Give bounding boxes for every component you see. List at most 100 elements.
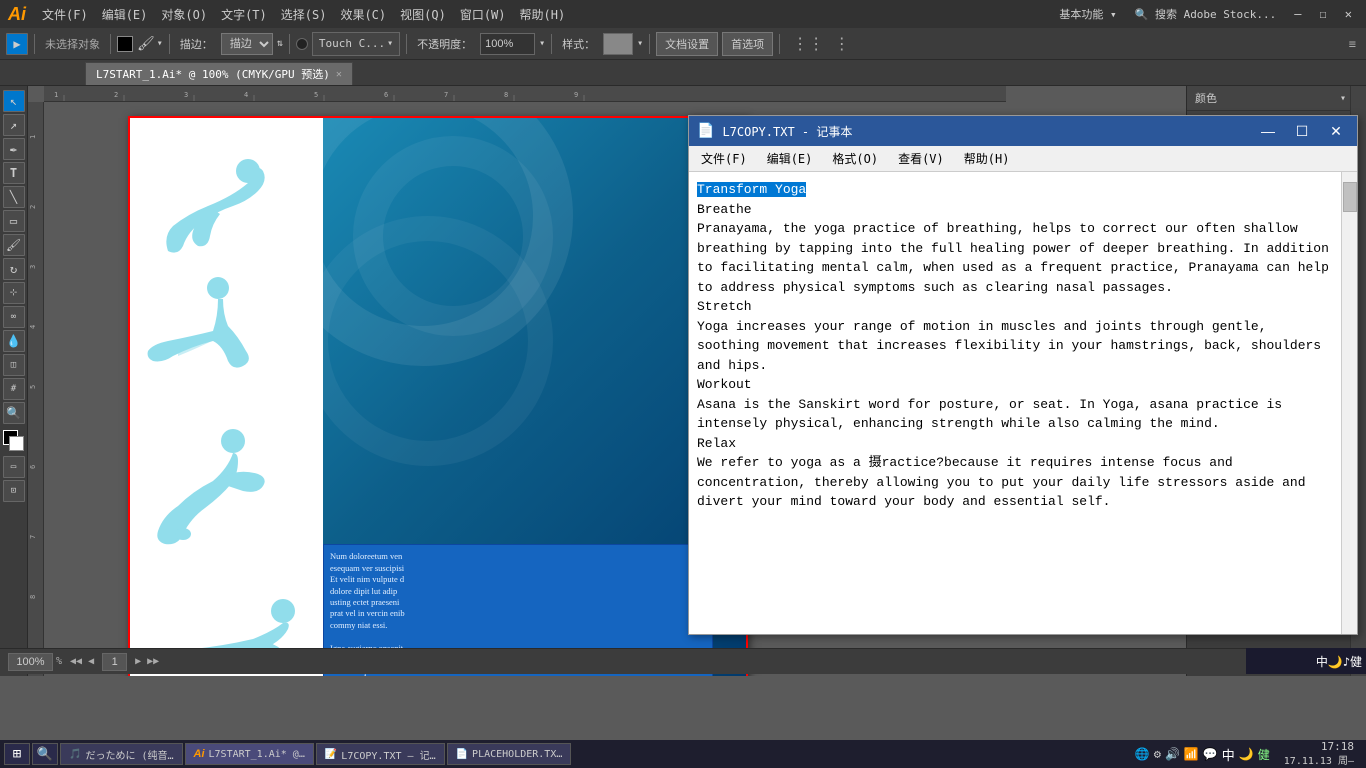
close-btn[interactable]: ✕ bbox=[1339, 5, 1358, 23]
systray-moon[interactable]: 🌙 bbox=[1239, 747, 1254, 761]
toolbar: ▶ 未选择对象 🖌 ▾ 描边： 描边 ⇅ Touch C... ▾ 不透明度： … bbox=[0, 28, 1366, 60]
menu-help[interactable]: 帮助(H) bbox=[514, 4, 572, 25]
mesh-tool[interactable]: # bbox=[3, 378, 25, 400]
stroke-arrows[interactable]: ⇅ bbox=[277, 38, 283, 49]
menu-window[interactable]: 窗口(W) bbox=[454, 4, 512, 25]
rotate-tool[interactable]: ↻ bbox=[3, 258, 25, 280]
divider4 bbox=[289, 34, 290, 54]
basic-function[interactable]: 基本功能 ▾ bbox=[1053, 4, 1122, 24]
zoom-tool[interactable]: 🔍 bbox=[3, 402, 25, 424]
systray-health[interactable]: 健 bbox=[1258, 746, 1270, 763]
draw-mode[interactable]: ▭ bbox=[3, 456, 25, 478]
notepad-content[interactable]: Transform Yoga Breathe Pranayama, the yo… bbox=[689, 172, 1341, 634]
np-format[interactable]: 格式(O) bbox=[824, 148, 886, 169]
doc-settings-btn[interactable]: 文档设置 bbox=[656, 32, 718, 56]
divider3 bbox=[169, 34, 170, 54]
restore-btn[interactable]: ☐ bbox=[1314, 5, 1333, 23]
brush-tool[interactable]: 🖌 bbox=[3, 234, 25, 256]
artboard-left-panel bbox=[128, 116, 323, 676]
systray-settings[interactable]: ⚙ bbox=[1154, 747, 1161, 761]
color-panel-header[interactable]: 颜色 ▾ ≡ bbox=[1187, 86, 1366, 111]
style-box[interactable] bbox=[603, 33, 633, 55]
text-tool[interactable]: T bbox=[3, 162, 25, 184]
zoom-status: % bbox=[8, 653, 62, 671]
menu-object[interactable]: 对象(O) bbox=[155, 4, 213, 25]
systray-chat[interactable]: 💬 bbox=[1203, 747, 1218, 761]
menu-right-icons: 基本功能 ▾ 🔍 搜索 Adobe Stock... — ☐ ✕ bbox=[1053, 4, 1358, 24]
main-tab[interactable]: L7START_1.Ai* @ 100% (CMYK/GPU 预选) ✕ bbox=[85, 62, 353, 85]
opacity-input[interactable] bbox=[480, 33, 535, 55]
eyedropper-tool[interactable]: 💧 bbox=[3, 330, 25, 352]
scrollbar-thumb[interactable] bbox=[1343, 182, 1357, 212]
notepad-menubar: 文件(F) 编辑(E) 格式(O) 查看(V) 帮助(H) bbox=[689, 146, 1357, 172]
notepad-restore-btn[interactable]: ☐ bbox=[1289, 119, 1315, 143]
line-tool[interactable]: ╲ bbox=[3, 186, 25, 208]
page-input[interactable] bbox=[102, 653, 127, 671]
notepad-titlebar[interactable]: 📄 L7COPY.TXT - 记事本 — ☐ ✕ bbox=[689, 116, 1357, 146]
notepad-line-r2: concentration, thereby allowing you to p… bbox=[697, 475, 1306, 490]
selection-tool[interactable]: ▶ bbox=[6, 33, 28, 55]
svg-text:1: 1 bbox=[29, 135, 37, 139]
gradient-tool[interactable]: ◫ bbox=[3, 354, 25, 376]
systray-network[interactable]: 🌐 bbox=[1135, 747, 1150, 761]
stroke-color-swatch[interactable] bbox=[117, 36, 133, 52]
prefs-btn[interactable]: 首选项 bbox=[722, 32, 773, 56]
np-file[interactable]: 文件(F) bbox=[693, 148, 755, 169]
zoom-input[interactable] bbox=[8, 653, 53, 671]
systray-wifi[interactable]: 📶 bbox=[1184, 747, 1199, 761]
opacity-arrow[interactable]: ▾ bbox=[539, 38, 545, 49]
taskbar-music[interactable]: 🎵 だっために (纯音… bbox=[60, 743, 183, 765]
minimize-btn[interactable]: — bbox=[1288, 5, 1307, 23]
svg-text:7: 7 bbox=[444, 91, 448, 99]
taskbar-placeholder[interactable]: 📄 PLACEHOLDER.TX… bbox=[447, 743, 572, 765]
color-swatches bbox=[3, 430, 25, 452]
notepad-line-stretch: Stretch bbox=[697, 299, 752, 314]
notepad-minimize-btn[interactable]: — bbox=[1255, 119, 1281, 143]
menu-effect[interactable]: 效果(C) bbox=[334, 4, 392, 25]
notepad-close-btn[interactable]: ✕ bbox=[1323, 119, 1349, 143]
taskbar-notepad[interactable]: 📝 L7COPY.TXT – 记… bbox=[316, 743, 445, 765]
search-button[interactable]: 🔍 bbox=[32, 743, 58, 765]
page-nav-next[interactable]: ▶ ▶▶ bbox=[135, 656, 159, 667]
taskbar-clock[interactable]: 17:18 17.11.13 周— bbox=[1276, 740, 1362, 767]
tab-close-btn[interactable]: ✕ bbox=[336, 69, 342, 80]
zoom-percent: % bbox=[56, 656, 62, 667]
stroke-label: 描边： bbox=[176, 34, 217, 54]
touch-dropdown[interactable]: Touch C... ▾ bbox=[312, 32, 400, 56]
direct-selection-tool[interactable]: ↗ bbox=[3, 114, 25, 136]
adobe-stock-search[interactable]: 🔍 搜索 Adobe Stock... bbox=[1129, 4, 1283, 24]
taskbar: ⊞ 🔍 🎵 だっために (纯音… Ai L7START_1.Ai* @… 📝 L… bbox=[0, 740, 1366, 768]
menu-text[interactable]: 文字(T) bbox=[215, 4, 273, 25]
menu-edit[interactable]: 编辑(E) bbox=[96, 4, 154, 25]
selection-tool-box[interactable]: ↖ bbox=[3, 90, 25, 112]
notepad-line-s1: Yoga increases your range of motion in m… bbox=[697, 319, 1267, 334]
brush-options[interactable]: 🖌 ▾ bbox=[137, 36, 163, 52]
menu-file[interactable]: 文件(F) bbox=[36, 4, 94, 25]
systray-volume[interactable]: 🔊 bbox=[1165, 747, 1180, 761]
divider6 bbox=[551, 34, 552, 54]
pen-tool[interactable]: ✒ bbox=[3, 138, 25, 160]
svg-text:6: 6 bbox=[384, 91, 388, 99]
style-arrow[interactable]: ▾ bbox=[637, 38, 643, 49]
menu-view[interactable]: 视图(Q) bbox=[394, 4, 452, 25]
systray-ime-zh[interactable]: 中 bbox=[1222, 745, 1235, 764]
notepad-line-p4: to address physical symptoms such as cle… bbox=[697, 280, 1173, 295]
notepad-scrollbar[interactable] bbox=[1341, 172, 1357, 634]
taskbar-ai[interactable]: Ai L7START_1.Ai* @… bbox=[185, 743, 314, 765]
blend-tool[interactable]: ∞ bbox=[3, 306, 25, 328]
np-edit[interactable]: 编辑(E) bbox=[759, 148, 821, 169]
divider8 bbox=[779, 34, 780, 54]
notepad-line-p2: breathing by tapping into the full heali… bbox=[697, 241, 1329, 256]
screen-mode[interactable]: ⊡ bbox=[3, 480, 25, 502]
stroke-select[interactable]: 描边 bbox=[221, 33, 273, 55]
toolbar-more[interactable]: ≡ bbox=[1349, 37, 1356, 51]
page-nav-prev[interactable]: ◀◀ ◀ bbox=[70, 656, 94, 667]
rect-tool[interactable]: ▭ bbox=[3, 210, 25, 232]
np-view[interactable]: 查看(V) bbox=[890, 148, 952, 169]
start-button[interactable]: ⊞ bbox=[4, 743, 30, 765]
np-help[interactable]: 帮助(H) bbox=[956, 148, 1018, 169]
systray: 🌐 ⚙ 🔊 📶 💬 中 🌙 健 bbox=[1131, 745, 1274, 764]
scale-tool[interactable]: ⊹ bbox=[3, 282, 25, 304]
menu-select[interactable]: 选择(S) bbox=[275, 4, 333, 25]
ime-area: 中🌙♪健 bbox=[1246, 648, 1366, 674]
